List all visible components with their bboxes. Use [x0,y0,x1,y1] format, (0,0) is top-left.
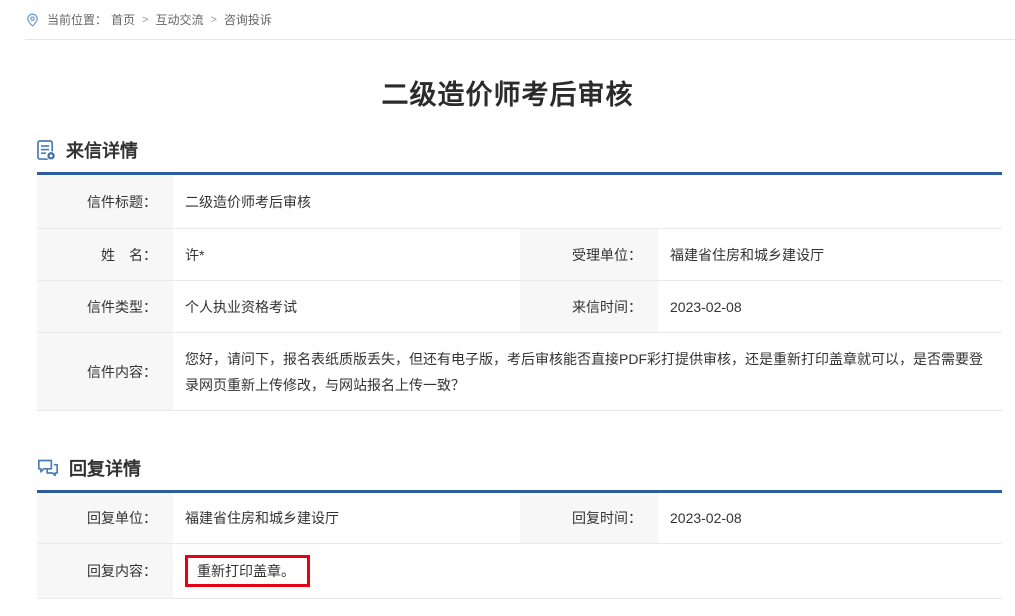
letter-subject-value: 二级造价师考后审核 [173,174,1002,229]
table-row: 回复单位： 福建省住房和城乡建设厅 回复时间： 2023-02-08 [37,492,1002,544]
reply-content-label: 回复内容： [37,544,173,599]
letter-section-header: 来信详情 [37,137,1015,163]
reply-unit-label: 回复单位： [37,492,173,544]
letter-type-value: 个人执业资格考试 [173,281,520,333]
breadcrumb-prefix: 当前位置： [47,11,107,28]
table-row: 信件内容： 您好，请问下，报名表纸质版丢失，但还有电子版，考后审核能否直接PDF… [37,333,1002,411]
reply-section-title: 回复详情 [69,455,141,481]
table-row: 姓 名： 许* 受理单位： 福建省住房和城乡建设厅 [37,229,1002,281]
letter-type-label: 信件类型： [37,281,173,333]
breadcrumb-link-interaction[interactable]: 互动交流 [155,11,203,28]
letter-content-label: 信件内容： [37,333,173,411]
letter-unit-value: 福建省住房和城乡建设厅 [658,229,1002,281]
reply-time-label: 回复时间： [520,492,658,544]
table-row: 信件类型： 个人执业资格考试 来信时间： 2023-02-08 [37,281,1002,333]
reply-unit-value: 福建省住房和城乡建设厅 [173,492,520,544]
reply-content-value: 重新打印盖章。 [197,563,295,579]
table-row: 信件标题： 二级造价师考后审核 [37,174,1002,229]
reply-content-cell: 重新打印盖章。 [173,544,1002,599]
table-row: 回复内容： 重新打印盖章。 [37,544,1002,599]
breadcrumb-link-home[interactable]: 首页 [111,11,135,28]
reply-detail-table: 回复单位： 福建省住房和城乡建设厅 回复时间： 2023-02-08 回复内容：… [37,490,1002,599]
red-highlight-box: 重新打印盖章。 [185,555,310,587]
breadcrumb-link-consult[interactable]: 咨询投诉 [224,11,272,28]
page-root: 当前位置： 首页 > 互动交流 > 咨询投诉 二级造价师考后审核 来信详情 [0,0,1015,599]
breadcrumb: 当前位置： 首页 > 互动交流 > 咨询投诉 [25,0,1015,40]
location-pin-icon [25,12,40,28]
letter-name-value: 许* [173,229,520,281]
letter-subject-label: 信件标题： [37,174,173,229]
letter-name-label: 姓 名： [37,229,173,281]
reply-section-header: 回复详情 [37,455,1015,481]
letter-time-label: 来信时间： [520,281,658,333]
breadcrumb-separator: > [142,14,148,26]
letter-content-value: 您好，请问下，报名表纸质版丢失，但还有电子版，考后审核能否直接PDF彩打提供审核… [173,333,1002,411]
letter-section-title: 来信详情 [66,137,138,163]
letter-detail-table: 信件标题： 二级造价师考后审核 姓 名： 许* 受理单位： 福建省住房和城乡建设… [37,172,1002,411]
reply-time-value: 2023-02-08 [658,492,1002,544]
letter-unit-label: 受理单位： [520,229,658,281]
reply-section: 回复详情 回复单位： 福建省住房和城乡建设厅 回复时间： 2023-02-08 … [0,455,1015,599]
letter-section: 来信详情 信件标题： 二级造价师考后审核 姓 名： 许* 受理单位： 福建省住房… [0,137,1015,411]
letter-time-value: 2023-02-08 [658,281,1002,333]
letter-document-icon [37,140,56,161]
chat-bubbles-icon [37,458,59,478]
breadcrumb-separator: > [210,14,216,26]
page-title: 二级造价师考后审核 [0,73,1015,112]
